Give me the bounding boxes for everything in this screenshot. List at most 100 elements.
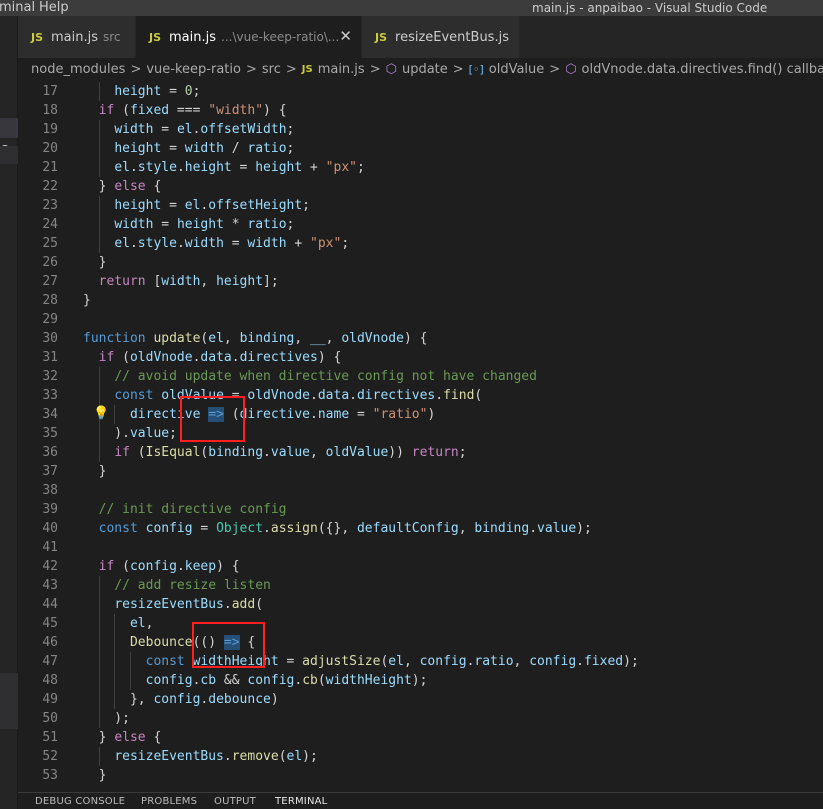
code-line[interactable]: 50 ); (18, 709, 823, 728)
code-text[interactable]: width = height * ratio; (83, 215, 294, 234)
breadcrumb-item[interactable]: src (262, 62, 281, 77)
code-line[interactable]: 28} (18, 291, 823, 310)
code-text[interactable]: if (IsEqual(binding.value, oldValue)) re… (83, 443, 466, 462)
code-line[interactable]: 35 ).value; (18, 424, 823, 443)
tab-main-js-src[interactable]: JS main.js src (18, 16, 136, 58)
breadcrumb-item[interactable]: oldVnode.data.directives.find() callback (582, 62, 823, 77)
tab-output[interactable]: OUTPUT (214, 796, 256, 807)
tab-resize-event-bus[interactable]: JS resizeEventBus.js (362, 16, 520, 58)
lightbulb-icon[interactable]: 💡 (93, 406, 109, 421)
line-number: 44 (42, 597, 58, 612)
code-line[interactable]: 34 directive => (directive.name = "ratio… (18, 405, 823, 424)
js-file-icon: JS (375, 30, 388, 44)
code-text[interactable]: // add resize listen (83, 576, 271, 595)
sidebar-row[interactable] (0, 673, 18, 729)
code-text[interactable]: resizeEventBus.remove(el); (83, 747, 318, 766)
code-text[interactable]: if (oldVnode.data.directives) { (83, 348, 342, 367)
code-line[interactable]: 39 // init directive config (18, 500, 823, 519)
code-line[interactable]: 31 if (oldVnode.data.directives) { (18, 348, 823, 367)
code-line[interactable]: 48 config.cb && config.cb(widthHeight); (18, 671, 823, 690)
indent-guide (98, 747, 100, 766)
close-icon[interactable]: ✕ (339, 28, 352, 44)
line-number: 19 (42, 122, 58, 137)
code-line[interactable]: 44 resizeEventBus.add( (18, 595, 823, 614)
code-text[interactable]: } (83, 462, 107, 481)
code-line[interactable]: 46 Debounce(() => { (18, 633, 823, 652)
code-text[interactable]: height = width / ratio; (83, 139, 294, 158)
code-text[interactable]: width = el.offsetWidth; (83, 120, 294, 139)
code-text[interactable]: // avoid update when directive config no… (83, 367, 537, 386)
code-line[interactable]: 43 // add resize listen (18, 576, 823, 595)
code-line[interactable]: 23 height = el.offsetHeight; (18, 196, 823, 215)
code-text[interactable]: } (83, 766, 107, 785)
annotation-box (192, 622, 265, 668)
code-text[interactable]: const oldValue = oldVnode.data.directive… (83, 386, 482, 405)
code-text[interactable]: height = el.offsetHeight; (83, 196, 310, 215)
code-text[interactable]: height = 0; (83, 82, 200, 101)
breadcrumb-item[interactable]: node_modules (31, 62, 125, 77)
code-text[interactable]: // init directive config (83, 500, 287, 519)
sidebar-row[interactable] (0, 146, 18, 164)
code-text[interactable]: el.style.width = width + "px"; (83, 234, 349, 253)
code-line[interactable]: 30 function update(el, binding, __, oldVn… (18, 329, 823, 348)
code-text[interactable]: ).value; (83, 424, 177, 443)
breadcrumb-item[interactable]: update (402, 62, 448, 77)
code-line[interactable]: 40 const config = Object.assign({}, defa… (18, 519, 823, 538)
code-line[interactable]: 17 height = 0; (18, 82, 823, 101)
code-line[interactable]: 53 } (18, 766, 823, 785)
code-text[interactable]: if (fixed === "width") { (83, 101, 287, 120)
menu-terminal[interactable]: minal (0, 0, 35, 16)
code-line[interactable]: 37 } (18, 462, 823, 481)
breadcrumb-item[interactable]: main.js (318, 62, 365, 77)
code-line[interactable]: 24 width = height * ratio; (18, 215, 823, 234)
breadcrumb-item[interactable]: oldValue (489, 62, 545, 77)
code-text[interactable]: resizeEventBus.add( (83, 595, 263, 614)
sidebar-selected-row[interactable] (0, 118, 18, 138)
code-line[interactable]: 29 (18, 310, 823, 329)
code-text[interactable]: directive => (directive.name = "ratio") (83, 405, 435, 424)
tab-problems[interactable]: PROBLEMS (141, 796, 197, 807)
code-text[interactable]: } (83, 253, 107, 272)
code-line[interactable]: 45 el, (18, 614, 823, 633)
code-line[interactable]: 22 } else { (18, 177, 823, 196)
code-line[interactable]: 47 const widthHeight = adjustSize(el, co… (18, 652, 823, 671)
code-line[interactable]: 32 // avoid update when directive config… (18, 367, 823, 386)
code-text[interactable]: } (83, 291, 91, 310)
code-line[interactable]: 49 }, config.debounce) (18, 690, 823, 709)
code-line[interactable]: 33 const oldValue = oldVnode.data.direct… (18, 386, 823, 405)
indent-guide (98, 690, 100, 709)
breadcrumb-item[interactable]: vue-keep-ratio (146, 62, 241, 77)
code-line[interactable]: 18 if (fixed === "width") { (18, 101, 823, 120)
code-text[interactable]: } else { (83, 728, 162, 747)
menu-help[interactable]: Help (39, 0, 69, 16)
code-line[interactable]: 25 el.style.width = width + "px"; (18, 234, 823, 253)
code-text[interactable]: el, (83, 614, 153, 633)
code-editor[interactable]: 17 height = 0; 18 if (fixed === "width") … (18, 80, 823, 792)
code-line[interactable]: 26 } (18, 253, 823, 272)
code-line[interactable]: 36 if (IsEqual(binding.value, oldValue))… (18, 443, 823, 462)
code-line[interactable]: 38 (18, 481, 823, 500)
code-text[interactable]: el.style.height = height + "px"; (83, 158, 365, 177)
code-line[interactable]: 52 resizeEventBus.remove(el); (18, 747, 823, 766)
code-line[interactable]: 27 return [width, height]; (18, 272, 823, 291)
tab-terminal[interactable]: TERMINAL (275, 796, 327, 807)
code-line[interactable]: 20 height = width / ratio; (18, 139, 823, 158)
code-line[interactable]: 19 width = el.offsetWidth; (18, 120, 823, 139)
code-line[interactable]: 42 if (config.keep) { (18, 557, 823, 576)
tab-debug-console[interactable]: DEBUG CONSOLE (35, 796, 125, 807)
tab-main-js-vue-keep-ratio[interactable]: JS main.js ...\vue-keep-ratio\... ✕ (136, 16, 362, 58)
code-text[interactable]: ); (83, 709, 130, 728)
code-text[interactable]: const config = Object.assign({}, default… (83, 519, 592, 538)
code-text[interactable]: return [width, height]; (83, 272, 279, 291)
indent-guide (98, 215, 100, 234)
code-line[interactable]: 21 el.style.height = height + "px"; (18, 158, 823, 177)
code-text[interactable]: config.cb && config.cb(widthHeight); (83, 671, 428, 690)
code-text[interactable]: function update(el, binding, __, oldVnod… (83, 329, 427, 348)
code-text[interactable]: if (config.keep) { (83, 557, 240, 576)
code-line[interactable]: 41 (18, 538, 823, 557)
code-line[interactable]: 51 } else { (18, 728, 823, 747)
code-text[interactable]: const widthHeight = adjustSize(el, confi… (83, 652, 639, 671)
code-text[interactable]: }, config.debounce) (83, 690, 279, 709)
chevron-right-icon: > (369, 61, 381, 77)
code-text[interactable]: } else { (83, 177, 162, 196)
